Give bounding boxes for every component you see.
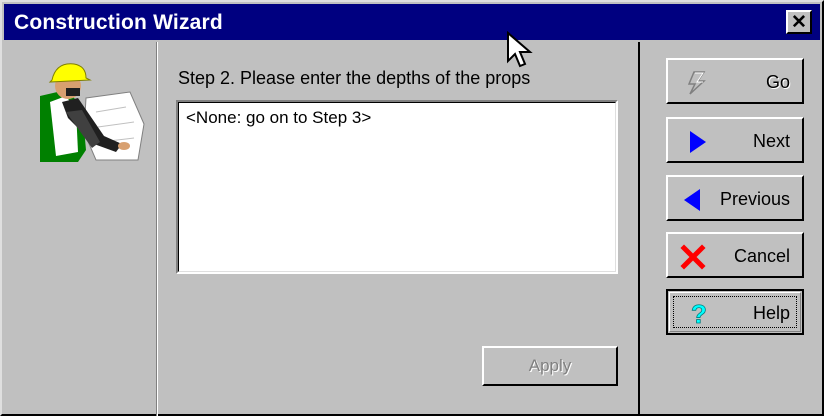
mouse-cursor-icon <box>507 31 533 68</box>
cancel-button[interactable]: Cancel <box>666 232 804 278</box>
go-button[interactable]: Go <box>666 58 804 104</box>
arrow-right-icon <box>690 131 706 153</box>
previous-button-label: Previous <box>719 189 790 209</box>
apply-button[interactable]: Apply <box>482 346 618 386</box>
help-button[interactable]: ? Help <box>666 289 804 335</box>
right-divider <box>638 42 640 416</box>
apply-button-label: Apply <box>528 356 572 375</box>
title-bar[interactable]: Construction Wizard ✕ <box>4 4 820 40</box>
prop-depths-textarea[interactable]: <None: go on to Step 3> <box>176 100 618 274</box>
close-button[interactable]: ✕ <box>786 10 812 34</box>
construction-wizard-window: Construction Wizard ✕ Step 2. Please ent… <box>0 0 824 416</box>
close-icon: ✕ <box>791 11 807 33</box>
go-button-label: Go <box>765 72 790 92</box>
red-x-icon <box>680 244 706 270</box>
svg-text:?: ? <box>691 301 707 327</box>
window-title: Construction Wizard <box>14 11 223 34</box>
arrow-left-icon <box>684 189 700 211</box>
help-button-label: Help <box>752 303 790 323</box>
cancel-button-label: Cancel <box>733 246 790 266</box>
step-instruction-label: Step 2. Please enter the depths of the p… <box>178 68 531 88</box>
textarea-value: <None: go on to Step 3> <box>186 108 372 127</box>
next-button-label: Next <box>752 131 790 151</box>
previous-button[interactable]: Previous <box>666 175 804 221</box>
construction-worker-icon <box>40 63 145 162</box>
lightning-icon <box>687 71 706 95</box>
question-mark-icon: ? <box>691 301 708 327</box>
next-button[interactable]: Next <box>666 117 804 163</box>
wizard-image-panel <box>6 42 154 414</box>
left-divider-highlight <box>157 42 158 416</box>
